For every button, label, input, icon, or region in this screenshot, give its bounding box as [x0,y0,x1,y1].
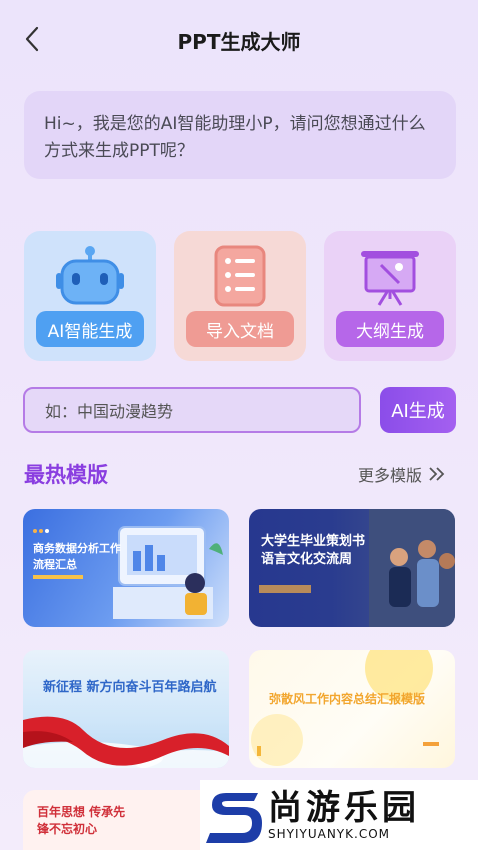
template-title-line: 语言文化交流周 [261,552,353,567]
template-title-line: 商务数据分析工作 [33,542,121,555]
watermark-brand: 尚游乐园 [268,788,420,828]
template-title: 商务数据分析工作 流程汇总 [33,541,121,573]
more-templates-link[interactable]: 更多模版 [358,462,446,486]
app-header: PPT生成大师 [0,0,478,82]
more-templates-label: 更多模版 [358,466,423,485]
watermark: 尚游乐园 SHYIYUANYK.COM [200,780,478,850]
template-card[interactable]: 弥散风工作内容总结汇报模版 [249,650,455,768]
section-title: 最热模版 [24,463,108,487]
topic-input[interactable]: 如：中国动漫趋势 [23,387,361,433]
template-title: 百年思想 传承先 锋不忘初心 [37,804,125,838]
mode-outline-generate[interactable]: 大纲生成 [324,231,456,361]
mode-ai-generate[interactable]: AI智能生成 [24,231,156,361]
watermark-logo [206,793,262,843]
document-icon [174,245,306,307]
page-title: PPT生成大师 [177,30,301,54]
watermark-url: SHYIYUANYK.COM [268,827,390,841]
mode-label: AI智能生成 [36,311,144,347]
template-thumbnail [23,716,229,768]
mode-label: 大纲生成 [336,311,444,347]
assistant-greeting: Hi~，我是您的AI智能助理小P，请问您想通过什么方式来生成PPT呢？ [24,91,456,179]
robot-icon [24,245,156,307]
template-title: 弥散风工作内容总结汇报模版 [269,692,426,706]
template-card[interactable]: 新征程 新方向奋斗百年路启航 [23,650,229,768]
template-thumbnail [251,650,439,766]
template-title: 新征程 新方向奋斗百年路启航 [43,680,217,695]
mode-import-document[interactable]: 导入文档 [174,231,306,361]
template-card[interactable]: 大学生毕业策划书 语言文化交流周 [249,509,455,627]
template-card[interactable]: 百年思想 传承先 锋不忘初心 [23,790,229,850]
ai-generate-button[interactable]: AI生成 [380,387,456,433]
mode-label: 导入文档 [186,311,294,347]
template-title-line: 大学生毕业策划书 [261,534,366,549]
template-title: 大学生毕业策划书 语言文化交流周 [261,533,365,569]
presentation-board-icon [324,245,456,307]
template-card[interactable]: 商务数据分析工作 流程汇总 [23,509,229,627]
template-title-line: 锋不忘初心 [37,822,98,836]
template-title-line: 百年思想 传承先 [37,805,126,819]
template-title-line: 流程汇总 [33,558,77,571]
topic-input-placeholder: 如：中国动漫趋势 [45,402,174,421]
double-chevron-right-icon [429,467,445,481]
